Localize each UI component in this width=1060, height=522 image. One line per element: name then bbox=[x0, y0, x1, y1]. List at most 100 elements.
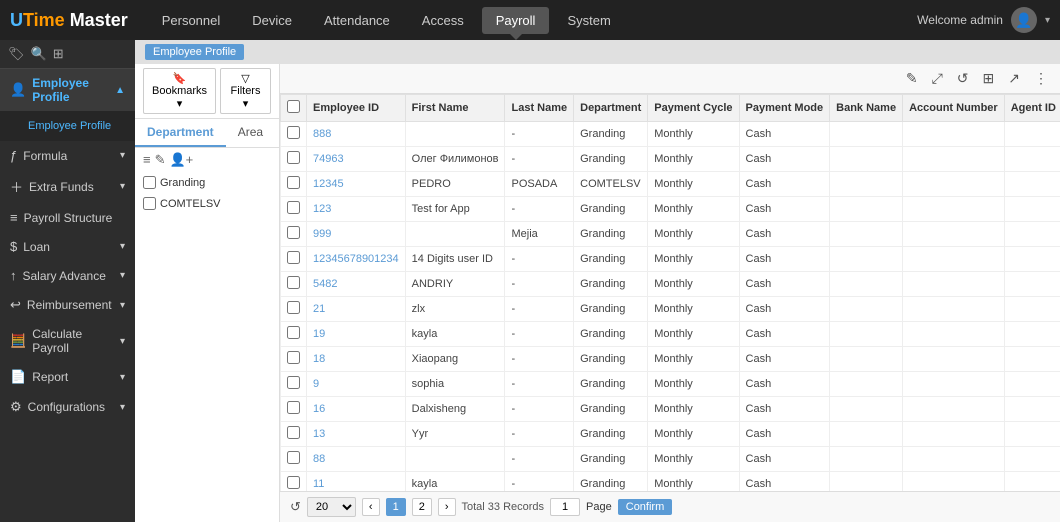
sidebar-item-payroll-structure[interactable]: ≡ Payroll Structure bbox=[0, 203, 135, 232]
chevron-down-icon[interactable]: ▾ bbox=[1045, 15, 1050, 26]
sidebar-item-report[interactable]: 📄 Report ▾ bbox=[0, 362, 135, 392]
employee-id-cell[interactable]: 74963 bbox=[307, 147, 406, 172]
row-checkbox[interactable] bbox=[287, 476, 300, 489]
row-checkbox[interactable] bbox=[287, 351, 300, 364]
row-checkbox-cell[interactable] bbox=[281, 347, 307, 372]
col-payment-mode[interactable]: Payment Mode bbox=[739, 95, 830, 122]
employee-id-cell[interactable]: 16 bbox=[307, 397, 406, 422]
bookmarks-button[interactable]: 🔖 Bookmarks ▾ bbox=[143, 68, 216, 114]
sidebar-item-loan[interactable]: $ Loan ▾ bbox=[0, 232, 135, 261]
dept-checkbox-granding[interactable] bbox=[143, 176, 156, 189]
grid-icon[interactable]: ⊞ bbox=[53, 46, 64, 62]
page-1-btn[interactable]: 1 bbox=[386, 498, 406, 516]
employee-id-cell[interactable]: 12345 bbox=[307, 172, 406, 197]
row-checkbox-cell[interactable] bbox=[281, 122, 307, 147]
page-2-btn[interactable]: 2 bbox=[412, 498, 432, 516]
row-checkbox-cell[interactable] bbox=[281, 222, 307, 247]
employee-id-cell[interactable]: 19 bbox=[307, 322, 406, 347]
employee-id-cell[interactable]: 18 bbox=[307, 347, 406, 372]
pencil-icon[interactable]: ✎ bbox=[902, 68, 922, 89]
per-page-select[interactable]: 20 50 100 bbox=[307, 497, 356, 517]
search-icon[interactable]: 🔍 bbox=[31, 46, 47, 62]
dept-item-comtelsv[interactable]: COMTELSV bbox=[135, 193, 279, 214]
edit-dept-icon[interactable]: ✎ bbox=[155, 152, 166, 168]
employee-id-cell[interactable]: 88 bbox=[307, 447, 406, 472]
employee-id-cell[interactable]: 13 bbox=[307, 422, 406, 447]
sidebar-item-configurations[interactable]: ⚙ Configurations ▾ bbox=[0, 392, 135, 422]
employee-id-cell[interactable]: 21 bbox=[307, 297, 406, 322]
refresh-icon[interactable]: ↺ bbox=[953, 68, 973, 89]
col-employee-id[interactable]: Employee ID bbox=[307, 95, 406, 122]
employee-id-cell[interactable]: 888 bbox=[307, 122, 406, 147]
row-checkbox[interactable] bbox=[287, 401, 300, 414]
col-department[interactable]: Department bbox=[574, 95, 648, 122]
page-input[interactable] bbox=[550, 498, 580, 516]
col-last-name[interactable]: Last Name bbox=[505, 95, 574, 122]
add-user-icon[interactable]: 👤+ bbox=[170, 152, 194, 168]
employee-id-cell[interactable]: 12345678901234 bbox=[307, 247, 406, 272]
confirm-btn[interactable]: Confirm bbox=[618, 499, 673, 515]
avatar[interactable]: 👤 bbox=[1011, 7, 1037, 33]
dept-item-granding[interactable]: Granding bbox=[135, 172, 279, 193]
row-checkbox-cell[interactable] bbox=[281, 197, 307, 222]
sidebar-subitem-employee-profile[interactable]: Employee Profile bbox=[0, 115, 135, 137]
employee-id-cell[interactable]: 5482 bbox=[307, 272, 406, 297]
row-checkbox-cell[interactable] bbox=[281, 172, 307, 197]
nav-link-payroll[interactable]: Payroll bbox=[482, 7, 550, 34]
prev-page-btn[interactable]: ‹ bbox=[362, 498, 380, 516]
row-checkbox[interactable] bbox=[287, 251, 300, 264]
sidebar-item-calculate-payroll[interactable]: 🧮 Calculate Payroll ▾ bbox=[0, 320, 135, 362]
tab-department[interactable]: Department bbox=[135, 119, 226, 147]
refresh-btn[interactable]: ↺ bbox=[290, 499, 301, 515]
row-checkbox[interactable] bbox=[287, 451, 300, 464]
nav-link-attendance[interactable]: Attendance bbox=[310, 7, 404, 34]
list-icon[interactable]: ≡ bbox=[143, 152, 151, 168]
row-checkbox-cell[interactable] bbox=[281, 397, 307, 422]
row-checkbox-cell[interactable] bbox=[281, 147, 307, 172]
row-checkbox[interactable] bbox=[287, 151, 300, 164]
nav-link-device[interactable]: Device bbox=[238, 7, 306, 34]
col-first-name[interactable]: First Name bbox=[405, 95, 505, 122]
employee-id-cell[interactable]: 999 bbox=[307, 222, 406, 247]
select-all-checkbox[interactable] bbox=[287, 100, 300, 113]
sidebar-item-employee-profile[interactable]: 👤 Employee Profile ▲ bbox=[0, 69, 135, 111]
row-checkbox-cell[interactable] bbox=[281, 422, 307, 447]
employee-id-cell[interactable]: 123 bbox=[307, 197, 406, 222]
sidebar-item-formula[interactable]: ƒ Formula ▾ bbox=[0, 141, 135, 170]
tab-area[interactable]: Area bbox=[226, 119, 275, 147]
col-account-number[interactable]: Account Number bbox=[903, 95, 1005, 122]
row-checkbox[interactable] bbox=[287, 201, 300, 214]
row-checkbox[interactable] bbox=[287, 126, 300, 139]
more-icon[interactable]: ⋮ bbox=[1030, 68, 1052, 89]
expand-icon[interactable]: ⤢ bbox=[928, 68, 947, 89]
row-checkbox-cell[interactable] bbox=[281, 272, 307, 297]
row-checkbox-cell[interactable] bbox=[281, 447, 307, 472]
filters-button[interactable]: ▽ Filters ▾ bbox=[220, 68, 271, 114]
row-checkbox[interactable] bbox=[287, 176, 300, 189]
row-checkbox-cell[interactable] bbox=[281, 472, 307, 492]
row-checkbox-cell[interactable] bbox=[281, 372, 307, 397]
sidebar-item-extra-funds[interactable]: ＋ Extra Funds ▾ bbox=[0, 170, 135, 203]
row-checkbox-cell[interactable] bbox=[281, 297, 307, 322]
row-checkbox-cell[interactable] bbox=[281, 247, 307, 272]
next-page-btn[interactable]: › bbox=[438, 498, 456, 516]
employee-id-cell[interactable]: 9 bbox=[307, 372, 406, 397]
employee-id-cell[interactable]: 11 bbox=[307, 472, 406, 492]
row-checkbox-cell[interactable] bbox=[281, 322, 307, 347]
row-checkbox[interactable] bbox=[287, 276, 300, 289]
nav-link-system[interactable]: System bbox=[553, 7, 624, 34]
sidebar-item-salary-advance[interactable]: ↑ Salary Advance ▾ bbox=[0, 261, 135, 290]
row-checkbox[interactable] bbox=[287, 301, 300, 314]
nav-link-access[interactable]: Access bbox=[408, 7, 478, 34]
share-icon[interactable]: ↗ bbox=[1004, 68, 1024, 89]
col-bank-name[interactable]: Bank Name bbox=[830, 95, 903, 122]
tag-icon[interactable]: 🏷 bbox=[8, 46, 25, 62]
row-checkbox[interactable] bbox=[287, 326, 300, 339]
sidebar-item-reimbursement[interactable]: ↩ Reimbursement ▾ bbox=[0, 290, 135, 320]
col-payment-cycle[interactable]: Payment Cycle bbox=[648, 95, 739, 122]
row-checkbox[interactable] bbox=[287, 226, 300, 239]
row-checkbox[interactable] bbox=[287, 426, 300, 439]
columns-icon[interactable]: ⊞ bbox=[979, 68, 999, 89]
row-checkbox[interactable] bbox=[287, 376, 300, 389]
dept-checkbox-comtelsv[interactable] bbox=[143, 197, 156, 210]
